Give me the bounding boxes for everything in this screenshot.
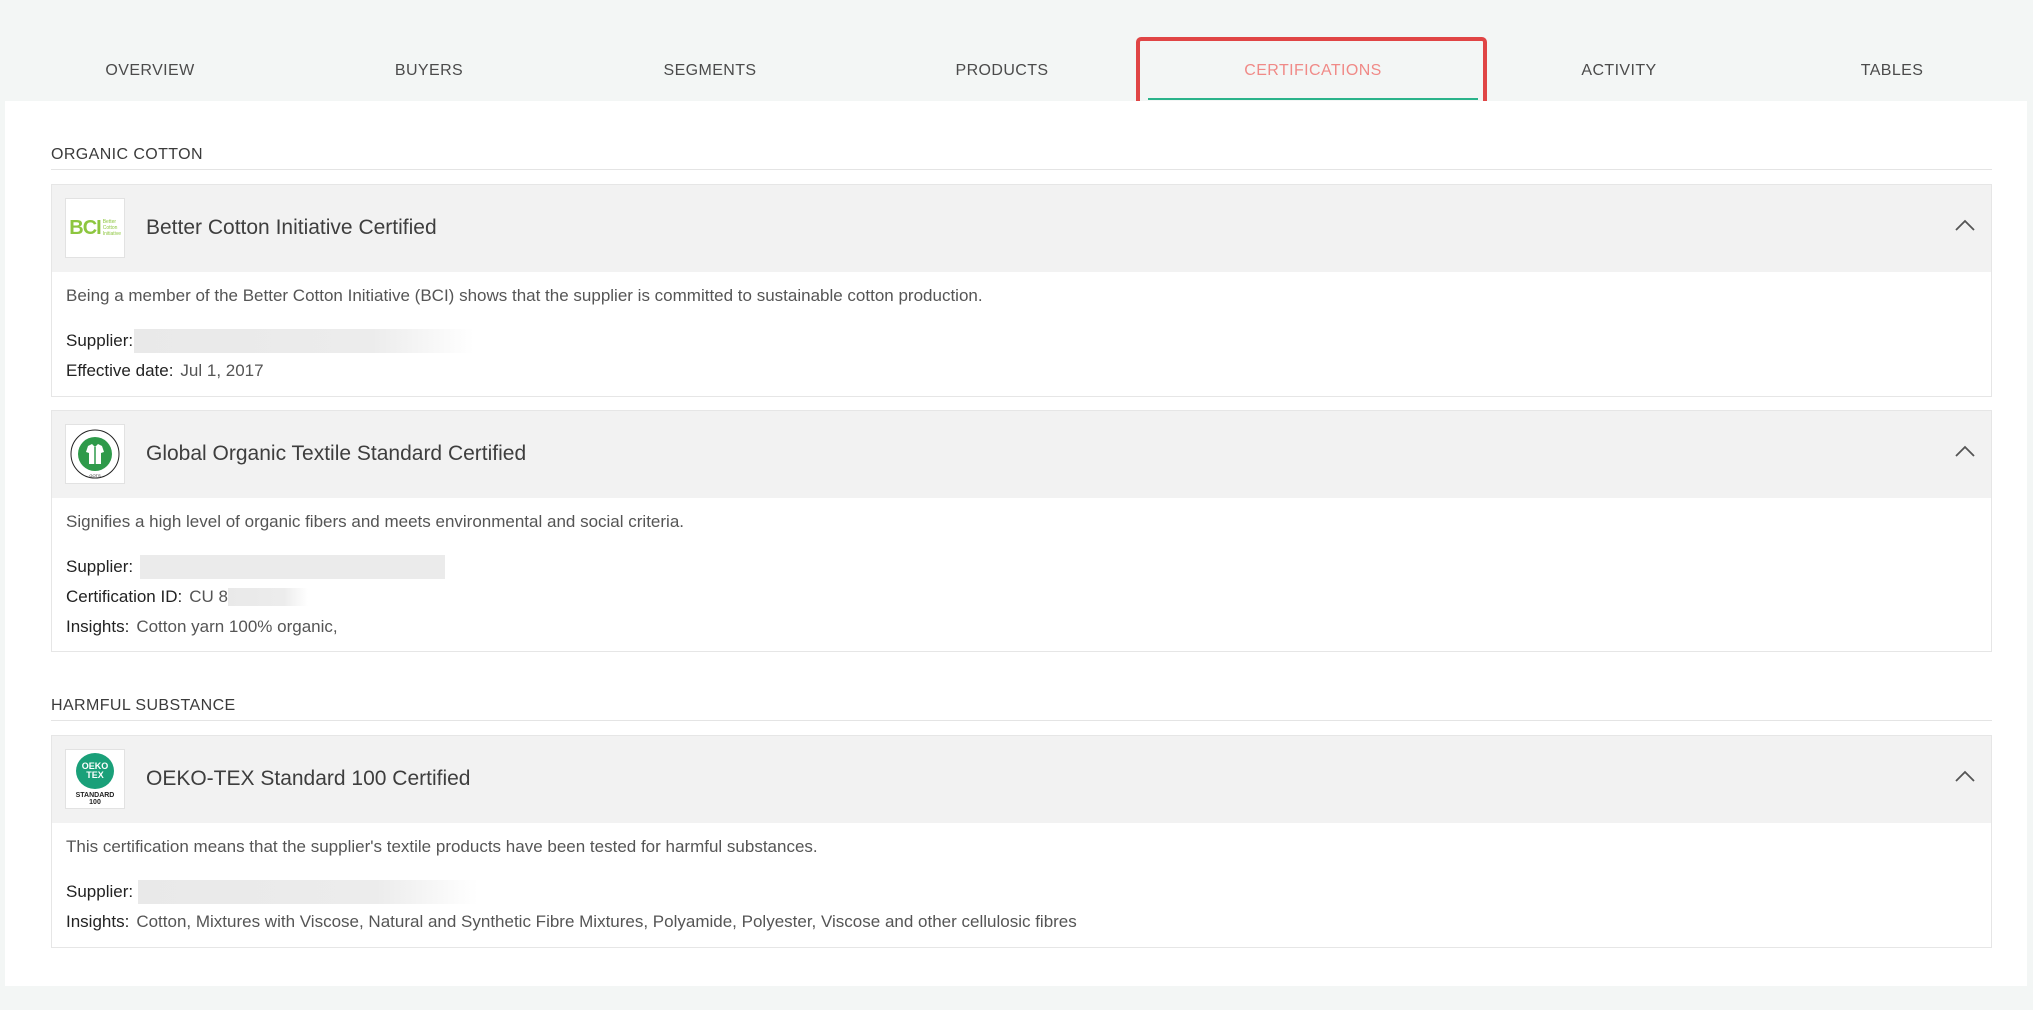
- card-header-gots[interactable]: GOTS Global Organic Textile Standard Cer…: [52, 411, 1991, 498]
- insights-value: Cotton yarn 100% organic,: [136, 617, 338, 636]
- supplier-row: Supplier:: [66, 880, 1977, 911]
- chevron-up-icon[interactable]: [1953, 768, 1977, 784]
- insights-value: Cotton, Mixtures with Viscose, Natural a…: [136, 912, 1077, 931]
- card-header-oeko-tex[interactable]: OEKO TEX STANDARD 100 OEKO-TEX Standard …: [52, 736, 1991, 823]
- tab-bar: OVERVIEW BUYERS SEGMENTS PRODUCTS CERTIF…: [0, 0, 2033, 118]
- card-title: Better Cotton Initiative Certified: [146, 216, 437, 239]
- tab-tables[interactable]: TABLES: [1861, 62, 1924, 80]
- card-title: Global Organic Textile Standard Certifie…: [146, 442, 527, 465]
- tab-overview[interactable]: OVERVIEW: [105, 62, 194, 80]
- insights-row: Insights: Cotton yarn 100% organic,: [66, 616, 1977, 646]
- card-description: This certification means that the suppli…: [66, 837, 818, 856]
- certifications-panel: ORGANIC COTTON BCI Better Cotton Initiat…: [5, 101, 2027, 986]
- redacted-certification-id: [227, 588, 308, 606]
- gots-logo-icon: GOTS: [65, 424, 125, 484]
- section-title-harmful-substance: HARMFUL SUBSTANCE: [51, 697, 236, 714]
- insights-label: Insights:: [66, 617, 130, 636]
- card-title: OEKO-TEX Standard 100 Certified: [146, 767, 471, 790]
- chevron-up-icon[interactable]: [1953, 217, 1977, 233]
- tab-activity[interactable]: ACTIVITY: [1581, 62, 1656, 80]
- card-header-bci[interactable]: BCI Better Cotton Initiative Better Cott…: [52, 185, 1991, 272]
- oeko-tex-logo-icon: OEKO TEX STANDARD 100: [65, 749, 125, 809]
- card-description: Signifies a high level of organic fibers…: [66, 512, 684, 531]
- bci-logo-icon: BCI Better Cotton Initiative: [65, 198, 125, 258]
- certification-card-bci: BCI Better Cotton Initiative Better Cott…: [51, 184, 1992, 397]
- tab-segments[interactable]: SEGMENTS: [664, 62, 757, 80]
- tab-products[interactable]: PRODUCTS: [956, 62, 1049, 80]
- section-divider: [51, 720, 1992, 721]
- supplier-row: Supplier:: [66, 555, 1977, 586]
- card-description: Being a member of the Better Cotton Init…: [66, 286, 983, 305]
- redacted-supplier-value: [140, 555, 446, 579]
- section-divider: [51, 169, 1992, 170]
- supplier-label: Supplier:: [66, 331, 134, 350]
- redacted-supplier-value: [134, 329, 475, 353]
- certification-card-gots: GOTS Global Organic Textile Standard Cer…: [51, 410, 1992, 652]
- section-title-organic-cotton: ORGANIC COTTON: [51, 146, 203, 163]
- tab-buyers[interactable]: BUYERS: [395, 62, 463, 80]
- certification-card-oeko-tex: OEKO TEX STANDARD 100 OEKO-TEX Standard …: [51, 735, 1992, 948]
- effective-date-value: Jul 1, 2017: [180, 361, 264, 380]
- effective-date-label: Effective date:: [66, 361, 174, 380]
- insights-row: Insights: Cotton, Mixtures with Viscose,…: [66, 911, 1977, 941]
- supplier-label: Supplier:: [66, 557, 134, 576]
- supplier-row: Supplier:: [66, 329, 1977, 360]
- svg-text:GOTS: GOTS: [89, 473, 101, 478]
- insights-label: Insights:: [66, 912, 130, 931]
- certification-id-label: Certification ID:: [66, 587, 183, 606]
- effective-date-row: Effective date: Jul 1, 2017: [66, 360, 1977, 390]
- redacted-supplier-value: [138, 880, 479, 904]
- chevron-up-icon[interactable]: [1953, 443, 1977, 459]
- certification-id-value: CU 8: [189, 587, 228, 606]
- certification-id-row: Certification ID: CU 8: [66, 586, 1977, 616]
- supplier-label: Supplier:: [66, 882, 134, 901]
